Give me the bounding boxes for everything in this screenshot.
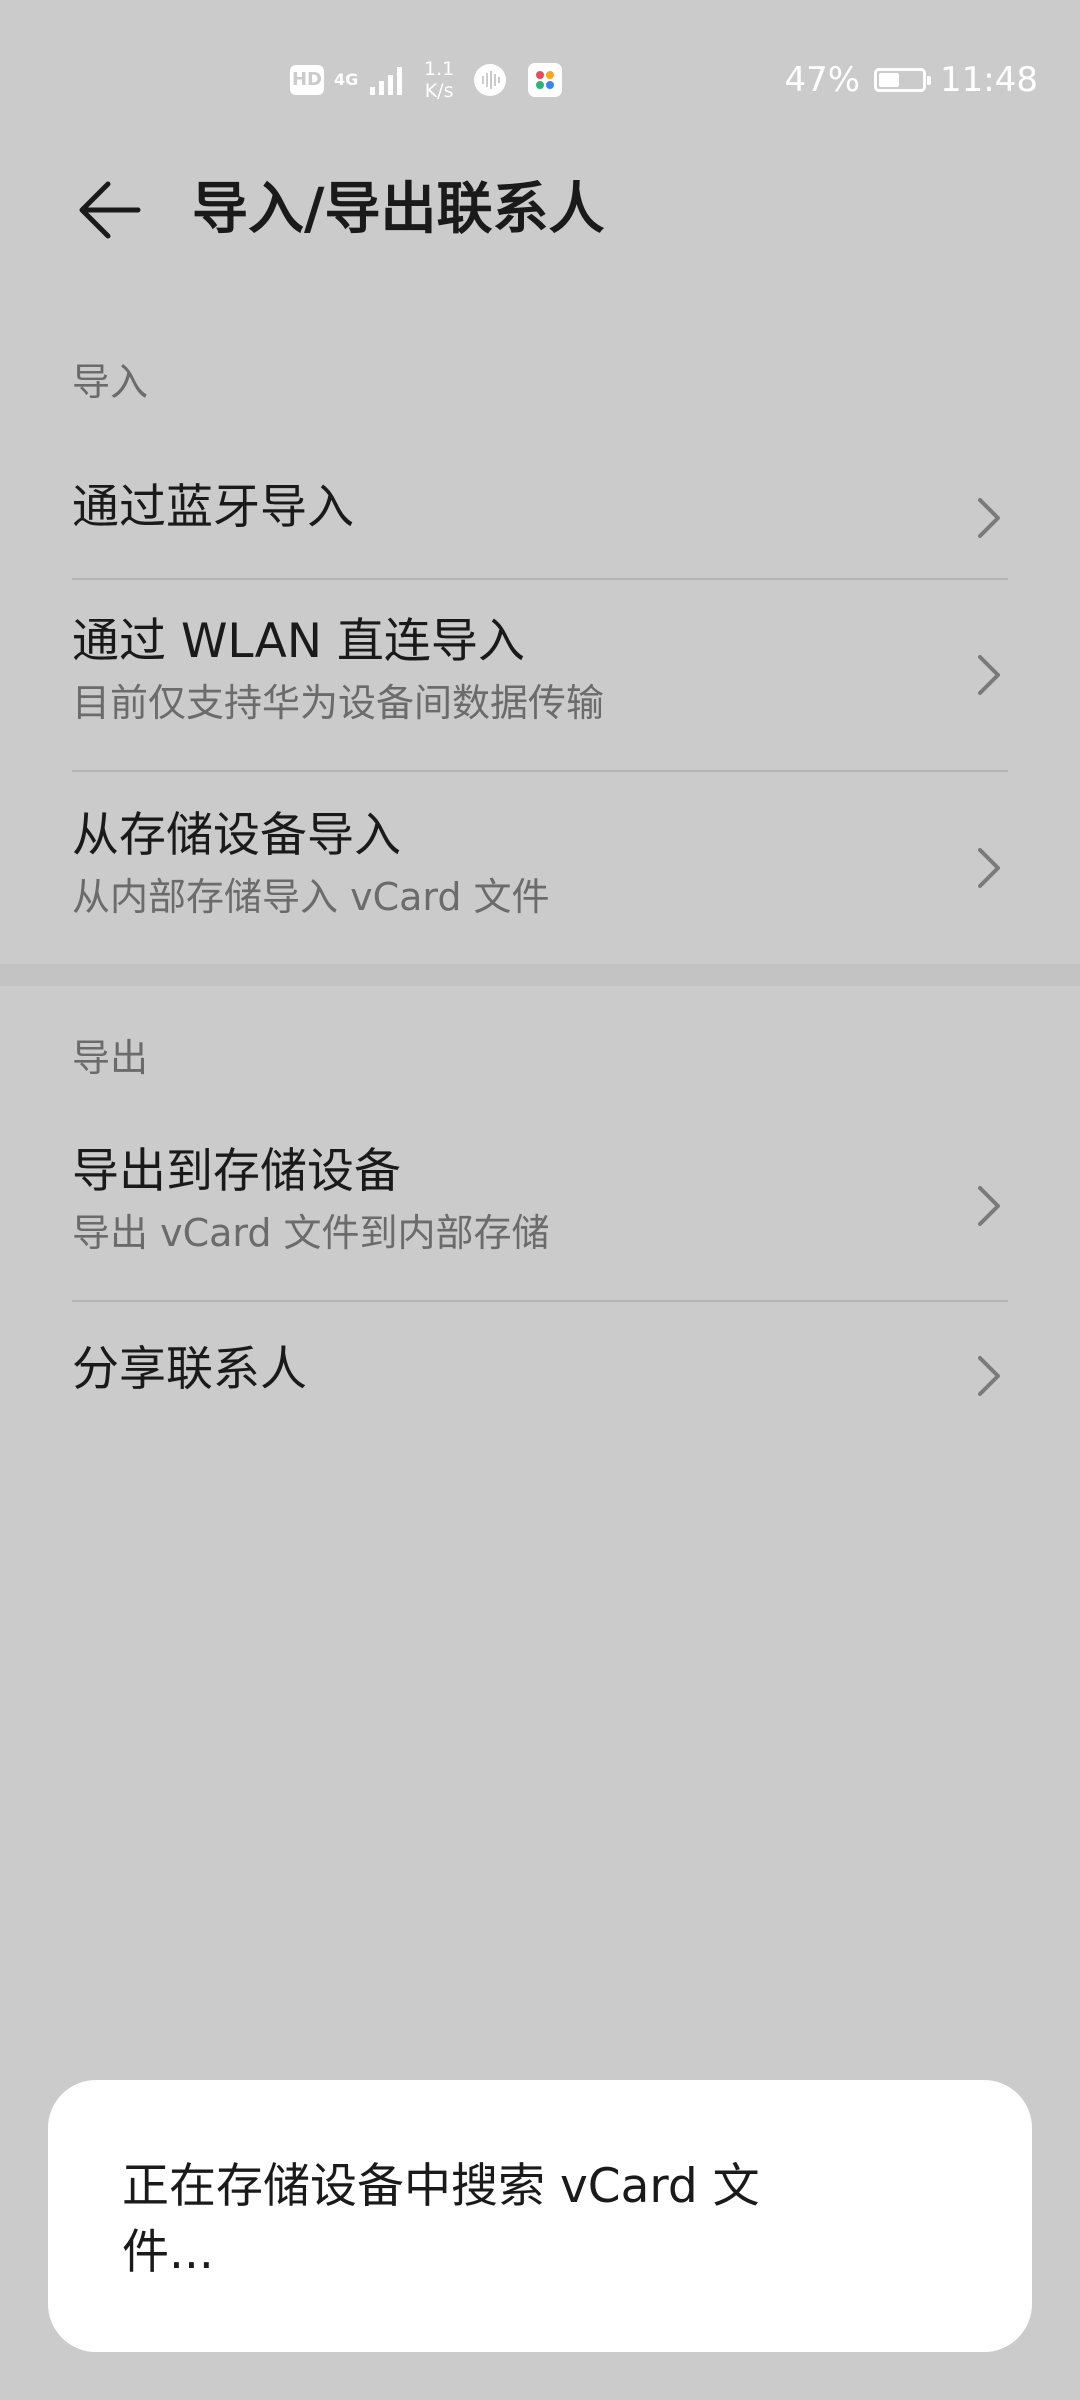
import-bluetooth-item[interactable]: 通过蓝牙导入 [0,460,1080,578]
chevron-right-icon [978,655,1000,695]
progress-message: 正在存储设备中搜索 vCard 文件... [122,2159,760,2280]
chevron-right-icon [978,1356,1000,1396]
list-item-title: 导出到存储设备 [72,1144,401,1199]
page-title: 导入/导出联系人 [192,177,605,242]
arrow-left-icon[interactable] [72,172,148,248]
speed-unit: K/s [424,80,454,102]
signal-bars-icon [370,67,402,95]
list-item-title: 通过蓝牙导入 [72,480,354,535]
list-item-title: 从存储设备导入 [72,808,401,863]
list-item-title: 通过 WLAN 直连导入 [72,614,525,669]
chevron-right-icon [978,1186,1000,1226]
audio-app-icon [474,64,507,96]
status-bar: HD 4G 1.1 K/s 47% 11:48 [0,0,1080,160]
hd-badge: HD [290,65,324,95]
list-item-subtitle: 从内部存储导入 vCard 文件 [72,875,550,919]
import-storage-item[interactable]: 从存储设备导入 从内部存储导入 vCard 文件 [0,772,1080,964]
speed-value: 1.1 [424,58,455,80]
export-section-label: 导出 [72,1036,149,1080]
list-item-subtitle: 目前仅支持华为设备间数据传输 [72,681,605,725]
network-type: 4G [334,70,359,89]
notification-app-icon [528,63,563,97]
section-separator [0,964,1080,986]
chevron-right-icon [978,848,1000,888]
status-bar-right: 47% 11:48 [784,56,1038,104]
battery-charging-icon [874,68,932,92]
import-wlan-direct-item[interactable]: 通过 WLAN 直连导入 目前仅支持华为设备间数据传输 [0,580,1080,770]
share-contacts-item[interactable]: 分享联系人 [0,1302,1080,1442]
app-bar: 导入/导出联系人 [0,150,1080,270]
export-storage-item[interactable]: 导出到存储设备 导出 vCard 文件到内部存储 [0,1108,1080,1300]
list-item-title: 分享联系人 [72,1342,307,1397]
chevron-right-icon [978,498,1000,538]
network-speed: 1.1 K/s [424,58,454,102]
import-section-label: 导入 [72,360,149,404]
clock: 11:48 [940,60,1038,100]
progress-dialog: 正在存储设备中搜索 vCard 文件... [48,2080,1032,2352]
status-bar-left: HD 4G 1.1 K/s [290,56,563,104]
battery-percent: 47% [784,60,861,100]
list-item-subtitle: 导出 vCard 文件到内部存储 [72,1211,550,1255]
battery-level [879,73,900,87]
